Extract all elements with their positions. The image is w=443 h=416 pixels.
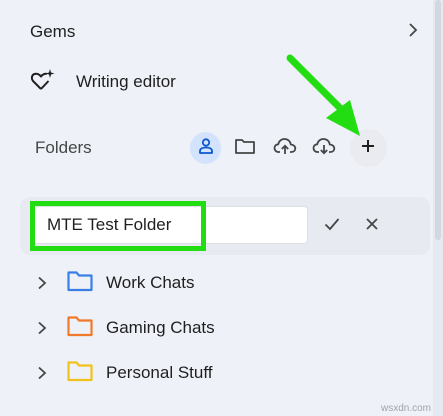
- folder-icon: [66, 269, 106, 298]
- gem-item-label: Writing editor: [76, 72, 176, 91]
- folder-button[interactable]: [229, 132, 260, 164]
- close-icon: [365, 217, 379, 236]
- folder-icon: [234, 137, 256, 160]
- folders-title: Folders: [35, 138, 92, 157]
- person-filter-button[interactable]: [190, 132, 222, 164]
- watermark: wsxdn.com: [380, 403, 431, 414]
- folder-item-personal-stuff[interactable]: Personal Stuff: [34, 355, 414, 391]
- folder-label: Gaming Chats: [106, 318, 215, 337]
- chevron-right-icon[interactable]: [34, 275, 50, 291]
- chevron-right-icon[interactable]: [34, 320, 50, 336]
- new-folder-button[interactable]: [349, 129, 387, 167]
- check-icon: [324, 217, 340, 236]
- folder-item-work-chats[interactable]: Work Chats: [34, 265, 414, 301]
- folder-label: Personal Stuff: [106, 363, 213, 382]
- confirm-button[interactable]: [318, 214, 346, 238]
- folder-item-gaming-chats[interactable]: Gaming Chats: [34, 310, 414, 346]
- cancel-button[interactable]: [358, 214, 386, 238]
- cloud-upload-icon: [273, 136, 297, 161]
- folders-header: Folders: [35, 129, 395, 167]
- cloud-download-icon: [312, 136, 336, 161]
- chevron-right-icon[interactable]: [406, 22, 420, 42]
- new-folder-name-input[interactable]: [32, 206, 308, 244]
- scrollbar-thumb[interactable]: [435, 0, 441, 240]
- plus-icon: [360, 138, 376, 159]
- scrollbar-track[interactable]: [433, 0, 443, 416]
- sparkle-heart-icon: [30, 67, 76, 98]
- folder-icon: [66, 314, 106, 343]
- download-button[interactable]: [308, 132, 339, 164]
- folder-label: Work Chats: [106, 273, 195, 292]
- gems-header[interactable]: Gems: [30, 18, 420, 46]
- chevron-right-icon[interactable]: [34, 365, 50, 381]
- folder-icon: [66, 359, 106, 388]
- person-icon: [197, 137, 215, 160]
- upload-button[interactable]: [269, 132, 300, 164]
- gems-title: Gems: [30, 22, 76, 41]
- gem-item-writing-editor[interactable]: Writing editor: [30, 66, 176, 98]
